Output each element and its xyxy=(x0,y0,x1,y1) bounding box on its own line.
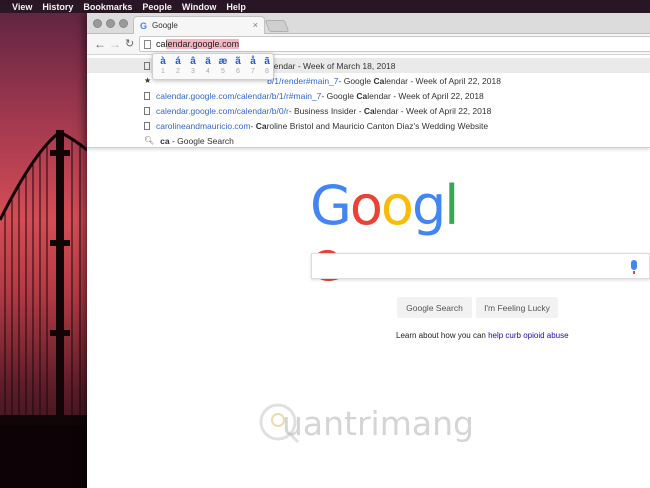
search-icon: 🔍︎ xyxy=(144,136,155,145)
google-logo: Google xyxy=(310,174,470,290)
tab-google[interactable]: G Google × xyxy=(133,16,265,34)
suggestion-row[interactable]: carolineandmauricio.com - Caroline Brist… xyxy=(87,118,650,133)
address-autocomplete-text: lendar.google.com xyxy=(165,39,240,49)
tab-title: Google xyxy=(152,21,178,30)
mac-menu-bar: View History Bookmarks People Window Hel… xyxy=(0,0,650,13)
accent-character-popup: à1 á2 â3 ä4 æ5 ã6 å7 ā8 xyxy=(152,53,274,80)
page-icon xyxy=(144,61,150,70)
watermark-text: uantrimang xyxy=(282,404,474,443)
menu-view[interactable]: View xyxy=(12,2,32,12)
logo-letter: o xyxy=(349,174,383,237)
forward-arrow-icon[interactable]: → xyxy=(109,37,121,51)
accent-option[interactable]: á2 xyxy=(171,56,185,75)
suggestion-text: - Caroline Bristol and Mauricio Canton D… xyxy=(250,120,489,131)
suggestion-url: calendar.google.com/calendar/b/1/r#main_… xyxy=(156,90,322,101)
suggestion-row[interactable]: 🔍︎ ca - Google Search xyxy=(87,133,650,148)
accent-option[interactable]: ä4 xyxy=(201,56,215,75)
google-search-button[interactable]: Google Search xyxy=(397,297,472,318)
opioid-link[interactable]: help curb opioid abuse xyxy=(488,331,569,340)
suggestion-row[interactable]: calendar.google.com/calendar/b/0/r - Bus… xyxy=(87,103,650,118)
new-tab-button[interactable] xyxy=(264,20,290,32)
address-bar[interactable]: ca lendar.google.com xyxy=(139,36,650,52)
tab-strip: G Google × xyxy=(87,13,650,34)
suggestion-text: ca - Google Search xyxy=(160,135,234,146)
star-icon: ★ xyxy=(144,76,152,85)
logo-letter: o xyxy=(380,174,414,237)
promo-text: Learn about how you can help curb opioid… xyxy=(396,331,569,340)
accent-option[interactable]: å7 xyxy=(246,56,260,75)
bridge-silhouette xyxy=(0,130,87,488)
close-window-button[interactable] xyxy=(93,19,102,28)
google-search-input[interactable] xyxy=(311,253,650,279)
menu-bookmarks[interactable]: Bookmarks xyxy=(83,2,132,12)
suggestion-row[interactable]: calendar.google.com/calendar/b/1/r#main_… xyxy=(87,88,650,103)
menu-help[interactable]: Help xyxy=(226,2,246,12)
microphone-icon[interactable] xyxy=(631,260,637,274)
page-icon xyxy=(144,91,150,100)
logo-letter: l xyxy=(444,174,459,237)
feeling-lucky-button[interactable]: I'm Feeling Lucky xyxy=(476,297,558,318)
page-icon xyxy=(144,121,150,130)
menu-history[interactable]: History xyxy=(42,2,73,12)
suggestion-url: carolineandmauricio.com xyxy=(156,120,251,131)
logo-letter: g xyxy=(411,174,446,237)
accent-option[interactable]: æ5 xyxy=(216,56,230,75)
minimize-window-button[interactable] xyxy=(106,19,115,28)
zoom-window-button[interactable] xyxy=(119,19,128,28)
accent-option[interactable]: ā8 xyxy=(260,56,274,75)
suggestion-url: b/1/render#main_7 xyxy=(267,75,339,86)
accent-option[interactable]: â3 xyxy=(186,56,200,75)
menu-people[interactable]: People xyxy=(142,2,172,12)
suggestion-text: - Google Calendar - Week of April 22, 20… xyxy=(321,90,484,101)
suggestion-text: - Business Insider - Calendar - Week of … xyxy=(288,105,492,116)
google-favicon-icon: G xyxy=(140,20,148,31)
page-icon xyxy=(144,106,150,115)
accent-option[interactable]: à1 xyxy=(156,56,170,75)
menu-window[interactable]: Window xyxy=(182,2,216,12)
back-arrow-icon[interactable]: ← xyxy=(94,37,106,51)
suggestion-text: Calendar - Week of March 18, 2018 xyxy=(261,60,396,71)
accent-option[interactable]: ã6 xyxy=(231,56,245,75)
browser-toolbar: ← → ↻ ca lendar.google.com xyxy=(87,34,650,55)
suggestion-url: calendar.google.com/calendar/b/0/r xyxy=(156,105,289,116)
page-icon xyxy=(144,39,151,49)
address-typed-text: ca xyxy=(156,39,166,49)
reload-icon[interactable]: ↻ xyxy=(125,37,134,51)
suggestion-text: - Google Calendar - Week of April 22, 20… xyxy=(338,75,501,86)
tab-close-icon[interactable]: × xyxy=(253,20,258,30)
logo-letter: G xyxy=(310,174,352,237)
